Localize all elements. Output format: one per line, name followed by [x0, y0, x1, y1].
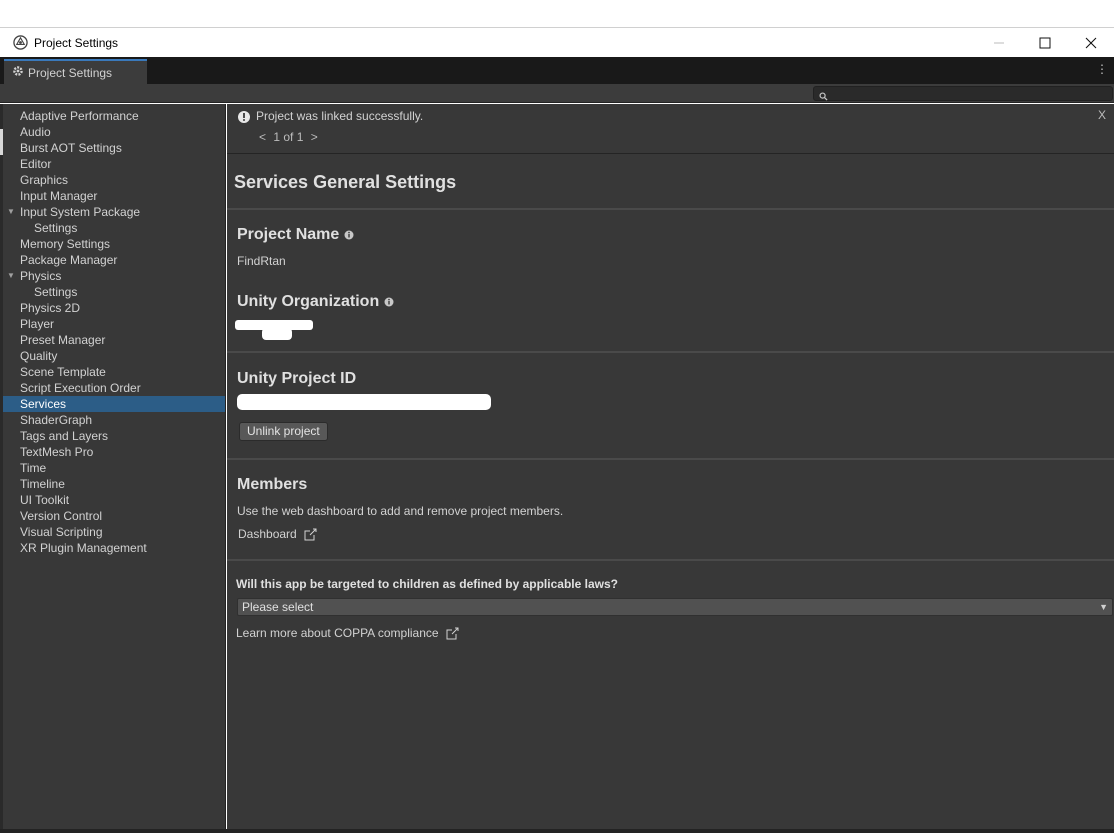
sidebar-item-services[interactable]: Services — [0, 396, 225, 412]
redacted-project-id — [237, 394, 491, 410]
sidebar-item-audio[interactable]: Audio — [0, 124, 225, 140]
sidebar-item-physics-2d[interactable]: Physics 2D — [0, 300, 225, 316]
notification-banner: Project was linked successfully. < 1 of … — [227, 104, 1114, 154]
page-title: Services General Settings — [234, 172, 457, 192]
children-question: Will this app be targeted to children as… — [236, 577, 618, 591]
members-heading: Members — [237, 476, 308, 493]
pager-next-button[interactable]: > — [311, 130, 318, 144]
notification-icon — [237, 110, 251, 129]
tab-project-settings[interactable]: Project Settings — [4, 59, 147, 84]
section-divider — [227, 208, 1114, 210]
sidebar-item-physics-settings[interactable]: Settings — [0, 284, 225, 300]
project-name-value: FindRtan — [237, 254, 286, 268]
more-options-icon[interactable]: ⋮ — [1096, 62, 1108, 76]
sidebar-item-preset-manager[interactable]: Preset Manager — [0, 332, 225, 348]
children-target-select[interactable]: Please select ▼ — [237, 598, 1113, 616]
unity-logo-icon — [12, 35, 28, 51]
chevron-down-icon: ▼ — [1099, 602, 1108, 612]
sidebar-item-editor[interactable]: Editor — [0, 156, 225, 172]
sidebar-item-graphics[interactable]: Graphics — [0, 172, 225, 188]
window-titlebar: Project Settings — [0, 27, 1114, 57]
minimize-button[interactable] — [976, 28, 1022, 57]
sidebar-item-package-manager[interactable]: Package Manager — [0, 252, 225, 268]
notification-pager: < 1 of 1 > — [257, 130, 320, 144]
info-icon[interactable] — [344, 230, 354, 240]
close-window-button[interactable] — [1068, 28, 1114, 57]
search-field[interactable] — [813, 86, 1113, 101]
pager-prev-button[interactable]: < — [259, 130, 266, 144]
pager-count: 1 of 1 — [273, 130, 304, 144]
external-link-icon — [304, 528, 317, 541]
notification-close-button[interactable]: X — [1098, 108, 1106, 122]
sidebar-item-xr-plugin-management[interactable]: XR Plugin Management — [0, 540, 225, 556]
settings-sidebar: Adaptive Performance Audio Burst AOT Set… — [0, 104, 226, 833]
sidebar-item-scene-template[interactable]: Scene Template — [0, 364, 225, 380]
sidebar-item-burst-aot-settings[interactable]: Burst AOT Settings — [0, 140, 225, 156]
fold-arrow-icon[interactable]: ▼ — [7, 204, 15, 220]
window-title: Project Settings — [34, 35, 119, 50]
section-divider — [227, 351, 1114, 353]
sidebar-item-adaptive-performance[interactable]: Adaptive Performance — [0, 108, 225, 124]
sidebar-item-visual-scripting[interactable]: Visual Scripting — [0, 524, 225, 540]
sidebar-item-ui-toolkit[interactable]: UI Toolkit — [0, 492, 225, 508]
coppa-link[interactable]: Learn more about COPPA compliance — [236, 626, 459, 640]
gear-icon — [12, 65, 24, 80]
sidebar-item-version-control[interactable]: Version Control — [0, 508, 225, 524]
unlink-project-button[interactable]: Unlink project — [239, 422, 328, 441]
sidebar-item-script-execution-order[interactable]: Script Execution Order — [0, 380, 225, 396]
sidebar-item-shadergraph[interactable]: ShaderGraph — [0, 412, 225, 428]
sidebar-item-time[interactable]: Time — [0, 460, 225, 476]
sidebar-item-input-system-package[interactable]: ▼ Input System Package — [0, 204, 225, 220]
background-window-edge — [0, 104, 3, 833]
sidebar-item-physics[interactable]: ▼ Physics — [0, 268, 225, 284]
sidebar-item-textmesh-pro[interactable]: TextMesh Pro — [0, 444, 225, 460]
settings-toolbar — [0, 84, 1114, 103]
tab-label: Project Settings — [28, 65, 113, 80]
editor-tab-bar: Project Settings ⋮ — [0, 57, 1114, 84]
top-margin — [0, 0, 1114, 27]
section-divider — [227, 559, 1114, 561]
search-input[interactable] — [832, 87, 1110, 100]
sidebar-item-player[interactable]: Player — [0, 316, 225, 332]
sidebar-item-memory-settings[interactable]: Memory Settings — [0, 236, 225, 252]
organization-heading: Unity Organization — [237, 293, 394, 311]
info-icon[interactable] — [384, 297, 394, 307]
section-divider — [227, 458, 1114, 460]
sidebar-item-timeline[interactable]: Timeline — [0, 476, 225, 492]
services-settings-panel: Project was linked successfully. < 1 of … — [227, 104, 1114, 833]
sidebar-item-input-manager[interactable]: Input Manager — [0, 188, 225, 204]
redacted-organization-part — [262, 328, 292, 340]
project-id-heading: Unity Project ID — [237, 370, 357, 387]
dashboard-link[interactable]: Dashboard — [238, 527, 317, 541]
notification-message: Project was linked successfully. — [256, 109, 424, 123]
sidebar-item-tags-and-layers[interactable]: Tags and Layers — [0, 428, 225, 444]
members-description: Use the web dashboard to add and remove … — [237, 504, 564, 518]
sidebar-item-quality[interactable]: Quality — [0, 348, 225, 364]
fold-arrow-icon[interactable]: ▼ — [7, 268, 15, 284]
external-link-icon — [446, 627, 459, 640]
sidebar-item-input-system-settings[interactable]: Settings — [0, 220, 225, 236]
window-bottom-edge — [0, 829, 1114, 833]
project-name-heading: Project Name — [237, 226, 354, 244]
maximize-button[interactable] — [1022, 28, 1068, 57]
